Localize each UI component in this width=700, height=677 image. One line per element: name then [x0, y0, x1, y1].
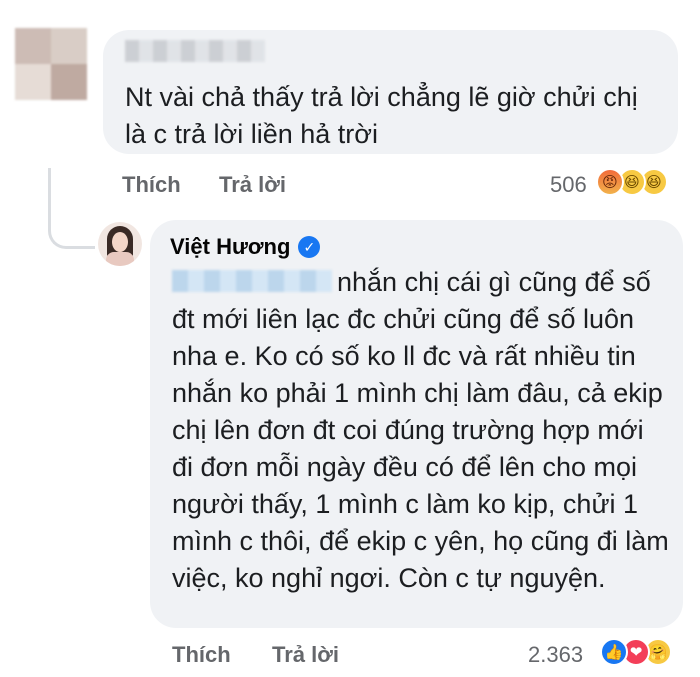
author-name-label: Việt Hương	[170, 234, 291, 259]
reply-button[interactable]: Trả lời	[272, 642, 339, 668]
reply-thread-line	[48, 168, 95, 249]
angry-reaction-icon: 😡	[596, 168, 624, 196]
reply-button[interactable]: Trả lời	[219, 172, 286, 198]
reply-text: nhắn chị cái gì cũng để số đt mới liên l…	[172, 267, 669, 593]
commenter-name-redacted[interactable]	[125, 40, 265, 62]
reaction-count[interactable]: 2.363	[528, 642, 583, 668]
like-button[interactable]: Thích	[172, 642, 231, 668]
comment-text: Nt vài chả thấy trả lời chẳng lẽ giờ chử…	[125, 82, 638, 149]
like-button[interactable]: Thích	[122, 172, 181, 198]
commenter-avatar[interactable]	[15, 28, 87, 100]
comment-bubble: Nt vài chả thấy trả lời chẳng lẽ giờ chử…	[103, 30, 678, 154]
reply-bubble: Việt Hương ✓ nhắn chị cái gì cũng để số …	[150, 220, 683, 628]
reaction-icons[interactable]: 👍 ❤ 🤗	[600, 638, 680, 668]
like-reaction-icon: 👍	[600, 638, 628, 666]
author-name[interactable]: Việt Hương ✓	[170, 234, 321, 260]
reaction-count[interactable]: 506	[550, 172, 587, 198]
reaction-icons[interactable]: 😡 😆 😆	[596, 168, 676, 198]
verified-badge-icon: ✓	[298, 236, 321, 258]
author-avatar[interactable]	[98, 222, 142, 266]
